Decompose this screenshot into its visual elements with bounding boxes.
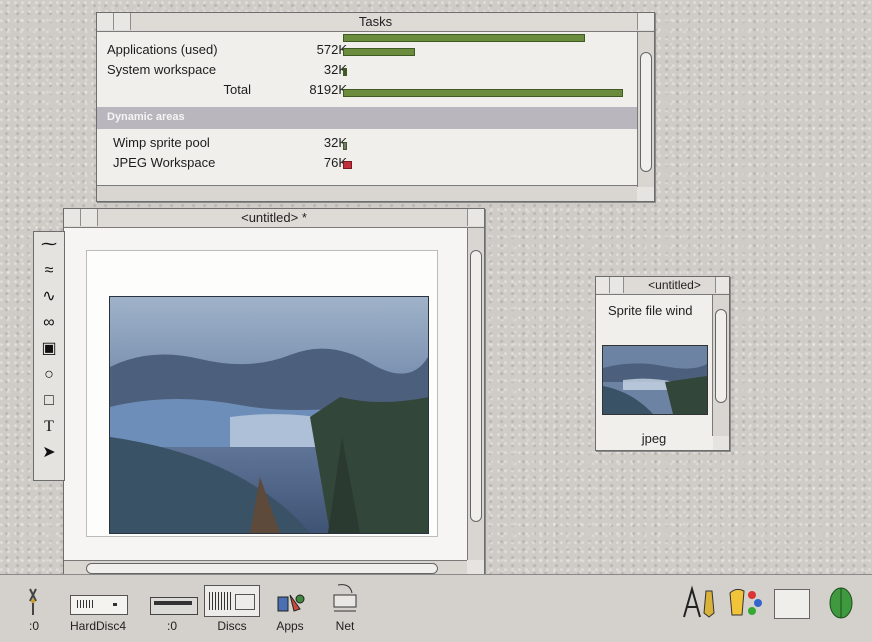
floppy-disc-icon[interactable] (28, 587, 38, 617)
dynamic-areas-header: Dynamic areas (97, 107, 637, 129)
task-label: JPEG Workspace (113, 155, 216, 170)
memory-bar[interactable] (343, 142, 347, 150)
memory-bar[interactable] (343, 34, 585, 42)
sprite-content: Sprite file wind jpeg (596, 295, 713, 450)
task-value: 32K (323, 62, 347, 77)
rectangle-tool-icon[interactable]: □ (36, 390, 62, 412)
memory-bar[interactable] (343, 89, 623, 97)
sprite-label: jpeg (641, 431, 667, 446)
sprite-window[interactable]: <untitled> Sprite file wind jpeg (595, 276, 730, 451)
icon-label: HardDisc4 (69, 619, 126, 633)
horizontal-scrollbar[interactable] (97, 185, 637, 201)
sprite-file-text: Sprite file wind (608, 303, 693, 318)
scroll-thumb[interactable] (715, 309, 727, 403)
task-label: Total (223, 82, 251, 97)
draw-window[interactable]: <untitled> * (63, 208, 485, 577)
sprite-thumbnail[interactable] (602, 345, 708, 415)
draw-canvas[interactable] (64, 228, 467, 560)
sprite-titlebar[interactable]: <untitled> (596, 277, 729, 295)
icon-bar: :0 HardDisc4 :0 Discs Apps Net (0, 574, 872, 642)
select-arrow-icon[interactable]: ➤ (36, 442, 62, 464)
draw-toolbox: ⁓ ≈ ∿ ∞ ▣ ○ □ T ➤ (33, 231, 65, 481)
scroll-thumb[interactable] (86, 563, 438, 574)
discs-icon[interactable] (204, 585, 260, 617)
back-button[interactable] (596, 277, 610, 293)
page-sheet (86, 250, 438, 537)
memory-bar[interactable] (343, 161, 352, 169)
move-tool-icon[interactable]: ∿ (36, 286, 62, 308)
ellipse-tool-icon[interactable]: ○ (36, 364, 62, 386)
jpeg-photo[interactable] (109, 296, 429, 534)
display-icon[interactable] (774, 589, 810, 619)
hard-disc-icon[interactable] (70, 595, 128, 615)
memory-bar[interactable] (343, 68, 347, 76)
task-label: Applications (used) (107, 42, 218, 57)
scroll-thumb[interactable] (470, 250, 482, 522)
memory-bar[interactable] (343, 48, 415, 56)
text-tool-icon[interactable]: T (36, 416, 62, 438)
curve-tool-icon[interactable]: ≈ (36, 260, 62, 282)
task-value: 32K (323, 135, 347, 150)
task-value: 572K (316, 42, 347, 57)
toggle-size-button[interactable] (637, 13, 654, 30)
tasks-content: Applications (used) 572K System workspac… (97, 32, 637, 187)
icon-label: Apps (276, 619, 304, 633)
window-title: <untitled> (648, 278, 701, 292)
task-label: System workspace (107, 62, 217, 77)
window-title: <untitled> * (241, 210, 307, 225)
icon-label: Net (335, 619, 355, 633)
task-label: Wimp sprite pool (113, 135, 210, 150)
close-button[interactable] (610, 277, 624, 293)
tasks-window[interactable]: Tasks Applications (used) 572K System wo… (96, 12, 655, 202)
freehand-tool-icon[interactable]: ∞ (36, 312, 62, 334)
vertical-scrollbar[interactable] (637, 32, 654, 187)
task-value: 8192K (309, 82, 347, 97)
icon-label: :0 (166, 619, 177, 633)
line-tool-icon[interactable]: ⁓ (36, 234, 62, 256)
network-icon[interactable] (330, 581, 360, 615)
icon-label: Discs (217, 619, 247, 633)
paint-app-icon[interactable] (726, 585, 766, 619)
task-value: 76K (323, 155, 347, 170)
window-title: Tasks (358, 14, 393, 29)
ram-disc-icon[interactable] (150, 597, 198, 615)
tasks-titlebar[interactable]: Tasks (97, 13, 654, 32)
scroll-thumb[interactable] (640, 52, 652, 172)
toggle-size-button[interactable] (467, 209, 484, 226)
icon-label: :0 (28, 619, 39, 633)
toggle-size-button[interactable] (715, 277, 729, 293)
acorn-logo-icon[interactable] (828, 583, 854, 621)
rectangle-double-icon[interactable]: ▣ (36, 338, 62, 360)
draw-titlebar[interactable]: <untitled> * (64, 209, 484, 228)
vertical-scrollbar[interactable] (467, 228, 484, 560)
section-header-text: Dynamic areas (107, 111, 185, 123)
apps-icon[interactable] (276, 591, 306, 615)
vertical-scrollbar[interactable] (712, 295, 729, 436)
draw-app-icon[interactable] (682, 585, 720, 619)
